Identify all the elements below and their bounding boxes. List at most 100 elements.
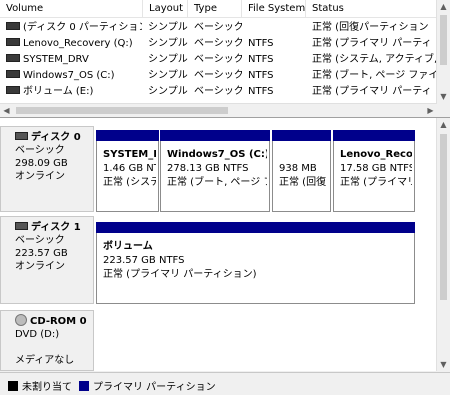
partition-name: Windows7_OS (C:) bbox=[167, 149, 267, 160]
volume-name: SYSTEM_DRV bbox=[23, 54, 89, 65]
partition-bar bbox=[272, 130, 331, 141]
partition-status: 正常 (ブート, ページ フ bbox=[167, 177, 267, 188]
volume-icon bbox=[6, 70, 20, 78]
unallocated-swatch bbox=[8, 381, 18, 391]
partition-name: ボリューム bbox=[103, 241, 153, 252]
primary-partition-swatch bbox=[79, 381, 89, 391]
partition-size: 1.46 GB NTFS bbox=[103, 163, 156, 174]
partition-bar bbox=[96, 130, 159, 141]
volume-name: ボリューム (E:) bbox=[23, 86, 94, 97]
partition-bar bbox=[96, 222, 415, 233]
cdrom-name: CD-ROM 0 bbox=[30, 316, 87, 327]
column-header-file-system[interactable]: File System bbox=[242, 0, 306, 18]
scroll-left-arrow-icon[interactable]: ◀ bbox=[0, 104, 13, 117]
scroll-up-arrow-icon[interactable]: ▲ bbox=[437, 0, 450, 13]
partition-status: 正常 (プライマリ bbox=[340, 177, 412, 188]
partition-size: 17.58 GB NTFS bbox=[340, 163, 412, 174]
legend-item-unallocated: 未割り当て bbox=[8, 378, 72, 393]
partition-volume-e[interactable]: ボリューム 223.57 GB NTFS 正常 (プライマリ パーティション) bbox=[96, 222, 415, 304]
volume-row[interactable]: SYSTEM_DRV シンプル ベーシック NTFS 正常 (システム, アクテ… bbox=[0, 52, 437, 68]
column-header-layout[interactable]: Layout bbox=[143, 0, 188, 18]
legend-label: 未割り当て bbox=[22, 382, 72, 393]
volume-layout: シンプル bbox=[148, 54, 188, 65]
volume-list[interactable]: Volume Layout Type File System Status (デ… bbox=[0, 0, 450, 118]
partition-recovery[interactable]: 938 MB 正常 (回復 bbox=[272, 130, 331, 212]
disk-0-label[interactable]: ディスク 0 ベーシック 298.09 GB オンライン bbox=[0, 126, 94, 212]
scrollbar-corner bbox=[437, 103, 450, 117]
volume-layout: シンプル bbox=[148, 86, 188, 97]
volume-fs: NTFS bbox=[248, 38, 274, 49]
disk-1-label[interactable]: ディスク 1 ベーシック 223.57 GB オンライン bbox=[0, 216, 94, 304]
volume-fs: NTFS bbox=[248, 86, 274, 97]
column-header-type[interactable]: Type bbox=[188, 0, 242, 18]
volume-row[interactable]: Lenovo_Recovery (Q:) シンプル ベーシック NTFS 正常 … bbox=[0, 36, 437, 52]
volume-row[interactable]: (ディスク 0 パーティション 3) シンプル ベーシック 正常 (回復パーティ… bbox=[0, 20, 437, 36]
legend-item-primary-partition: プライマリ パーティション bbox=[79, 378, 216, 393]
volume-type: ベーシック bbox=[194, 38, 242, 49]
partition-bar bbox=[333, 130, 415, 141]
disk-size: 223.57 GB bbox=[15, 248, 68, 259]
disk-type: ベーシック bbox=[15, 145, 65, 156]
volume-type: ベーシック bbox=[194, 22, 242, 33]
volume-type: ベーシック bbox=[194, 86, 242, 97]
volume-icon bbox=[6, 22, 20, 30]
volume-name: Lenovo_Recovery (Q:) bbox=[23, 38, 133, 49]
volume-status: 正常 (プライマリ パーティ bbox=[312, 86, 432, 97]
horizontal-scroll-thumb[interactable] bbox=[16, 107, 228, 114]
partition-size: 938 MB bbox=[279, 163, 317, 174]
disk-name: ディスク 1 bbox=[31, 222, 81, 233]
partition-status: 正常 (プライマリ パーティション) bbox=[103, 269, 257, 280]
volume-icon bbox=[6, 54, 20, 62]
cdrom-state: メディアなし bbox=[15, 355, 75, 366]
scroll-up-arrow-icon[interactable]: ▲ bbox=[437, 118, 450, 131]
volume-row[interactable]: ボリューム (E:) シンプル ベーシック NTFS 正常 (プライマリ パーテ… bbox=[0, 84, 437, 100]
volume-name: (ディスク 0 パーティション 3) bbox=[23, 22, 142, 33]
legend-label: プライマリ パーティション bbox=[93, 382, 216, 393]
volume-type: ベーシック bbox=[194, 54, 242, 65]
cdrom-0-label[interactable]: CD-ROM 0 DVD (D:) メディアなし bbox=[0, 310, 94, 371]
disk-map-pane[interactable]: ディスク 0 ベーシック 298.09 GB オンライン SYSTEM_D 1.… bbox=[0, 118, 450, 371]
volume-fs: NTFS bbox=[248, 70, 274, 81]
partition-size: 278.13 GB NTFS bbox=[167, 163, 249, 174]
scroll-down-arrow-icon[interactable]: ▼ bbox=[437, 358, 450, 371]
volume-status: 正常 (回復パーティション bbox=[312, 22, 429, 33]
partition-system-drv[interactable]: SYSTEM_D 1.46 GB NTFS 正常 (システ bbox=[96, 130, 159, 212]
volume-list-horizontal-scrollbar[interactable]: ◀ ▶ bbox=[0, 103, 437, 117]
volume-fs: NTFS bbox=[248, 54, 274, 65]
disk-size: 298.09 GB bbox=[15, 158, 68, 169]
disk-icon bbox=[15, 132, 28, 140]
volume-layout: シンプル bbox=[148, 38, 188, 49]
scroll-right-arrow-icon[interactable]: ▶ bbox=[424, 104, 437, 117]
volume-type: ベーシック bbox=[194, 70, 242, 81]
partition-status: 正常 (回復 bbox=[279, 177, 327, 188]
volume-layout: シンプル bbox=[148, 70, 188, 81]
volume-icon bbox=[6, 86, 20, 94]
volume-icon bbox=[6, 38, 20, 46]
disk-state: オンライン bbox=[15, 171, 65, 182]
volume-status: 正常 (プライマリ パーティ bbox=[312, 38, 432, 49]
disk-icon bbox=[15, 222, 28, 230]
vertical-scroll-thumb[interactable] bbox=[440, 15, 447, 65]
partition-windows7-os[interactable]: Windows7_OS (C:) 278.13 GB NTFS 正常 (ブート,… bbox=[160, 130, 270, 212]
scroll-down-arrow-icon[interactable]: ▼ bbox=[437, 90, 450, 103]
vertical-scroll-thumb[interactable] bbox=[440, 134, 447, 300]
volume-status: 正常 (ブート, ページ ファイ bbox=[312, 70, 437, 81]
cdrom-type: DVD (D:) bbox=[15, 329, 60, 340]
column-header-volume[interactable]: Volume bbox=[0, 0, 143, 18]
disk-state: オンライン bbox=[15, 261, 65, 272]
disk-name: ディスク 0 bbox=[31, 132, 81, 143]
volume-name: Windows7_OS (C:) bbox=[23, 70, 115, 81]
disk-map-vertical-scrollbar[interactable]: ▲ ▼ bbox=[436, 118, 450, 371]
partition-size: 223.57 GB NTFS bbox=[103, 255, 185, 266]
cdrom-icon bbox=[15, 314, 27, 326]
partition-name: SYSTEM_D bbox=[103, 149, 156, 160]
volume-status: 正常 (システム, アクティブ, bbox=[312, 54, 437, 65]
volume-list-vertical-scrollbar[interactable]: ▲ ▼ bbox=[436, 0, 450, 103]
legend-bar: 未割り当て プライマリ パーティション bbox=[0, 372, 450, 395]
partition-bar bbox=[160, 130, 270, 141]
column-header-status[interactable]: Status bbox=[306, 0, 437, 18]
partition-lenovo-recovery[interactable]: Lenovo_Recove 17.58 GB NTFS 正常 (プライマリ bbox=[333, 130, 415, 212]
partition-status: 正常 (システ bbox=[103, 177, 156, 188]
volume-row[interactable]: Windows7_OS (C:) シンプル ベーシック NTFS 正常 (ブート… bbox=[0, 68, 437, 84]
disk-type: ベーシック bbox=[15, 235, 65, 246]
